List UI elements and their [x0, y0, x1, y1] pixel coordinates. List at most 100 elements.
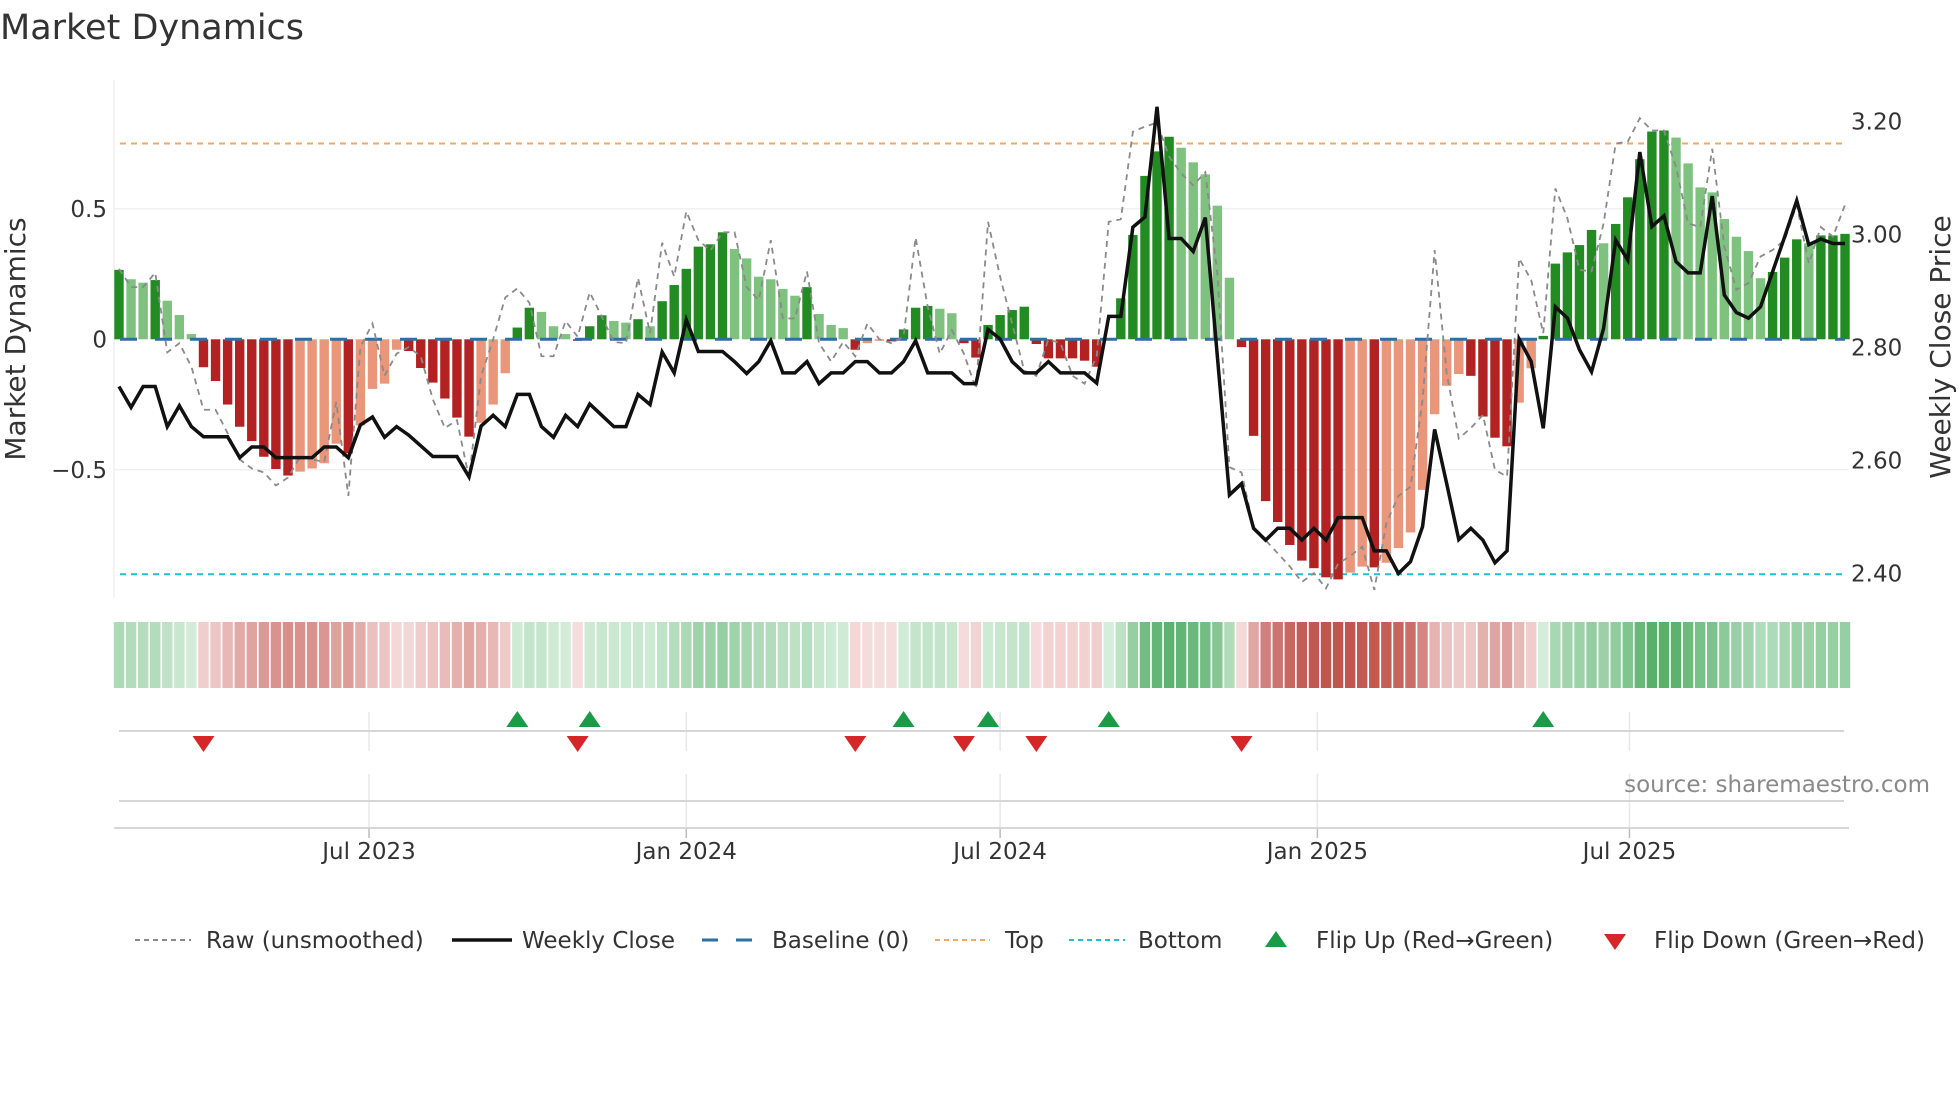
heat-cell — [1465, 622, 1477, 688]
heat-cell — [1320, 622, 1332, 688]
dynamics-bar — [826, 324, 836, 340]
heat-cell — [777, 622, 789, 688]
dynamics-bar — [1381, 339, 1392, 563]
dynamics-bar — [705, 244, 716, 340]
heat-cell — [548, 622, 559, 688]
dynamics-bar — [1429, 339, 1440, 415]
heat-cell — [1151, 622, 1163, 688]
heat-cell — [717, 622, 728, 688]
dynamics-bar — [1490, 339, 1500, 438]
heat-cell — [1586, 622, 1597, 688]
legend-item-flip-down: Flip Down (Green→Red) — [1604, 928, 1925, 954]
heat-cell — [1827, 622, 1839, 688]
flip-down-marker — [1025, 736, 1048, 752]
dynamics-bar — [1792, 239, 1802, 340]
series-lines — [117, 106, 1846, 591]
heat-cell — [1344, 622, 1356, 688]
flip-down-marker — [566, 736, 589, 752]
heat-strip — [113, 622, 1851, 688]
heat-cell — [379, 622, 390, 688]
dynamics-bar — [379, 339, 390, 384]
x-axis: Jul 2023 Jan 2024 Jul 2024 Jan 2025 Jul 2025 — [114, 712, 1849, 865]
legend-label: Baseline (0) — [772, 928, 909, 954]
dynamics-bar — [1478, 339, 1488, 417]
dynamics-bar — [693, 246, 704, 340]
heat-cell — [1670, 622, 1682, 688]
heat-cell — [439, 622, 451, 688]
x-tick-label: Jan 2024 — [634, 839, 737, 865]
heat-cell — [487, 622, 499, 688]
dynamics-bar — [548, 326, 559, 340]
dynamics-bar — [766, 279, 776, 340]
heat-cell — [584, 622, 595, 688]
heat-cell — [1610, 622, 1621, 688]
dynamics-bar — [560, 334, 571, 340]
dynamics-bar — [235, 339, 245, 427]
heat-cell — [789, 622, 801, 688]
heat-cell — [1658, 622, 1670, 688]
dynamics-bar — [597, 315, 607, 340]
dynamics-bar — [1019, 306, 1029, 340]
dynamics-bar — [1454, 339, 1464, 375]
heat-cell — [355, 622, 366, 688]
dynamics-bar — [307, 339, 317, 469]
heat-cell — [391, 622, 402, 688]
heat-cell — [1043, 622, 1054, 688]
heat-cell — [669, 622, 680, 688]
heat-cell — [1296, 622, 1308, 688]
heat-cell — [874, 622, 885, 688]
flip-down-marker — [844, 736, 867, 752]
left-tick-label: 0 — [92, 327, 107, 353]
dynamics-bar — [1779, 257, 1790, 340]
dynamics-bar — [1224, 277, 1235, 340]
legend-item-top: Top — [935, 928, 1044, 954]
dynamics-bar — [1273, 339, 1283, 522]
dynamics-bar — [198, 339, 209, 368]
heat-cell — [1284, 622, 1295, 688]
x-tick-label: Jan 2025 — [1265, 839, 1368, 865]
heat-cell — [656, 622, 668, 688]
dynamics-bar — [524, 307, 535, 340]
heat-cell — [765, 622, 776, 688]
heat-cell — [1755, 622, 1766, 688]
heat-cell — [125, 622, 137, 688]
heat-cell — [1188, 622, 1199, 688]
dynamics-bar — [536, 311, 547, 340]
heat-cell — [1091, 622, 1102, 688]
heat-cell — [825, 622, 837, 688]
heat-cell — [693, 622, 704, 688]
dynamics-bar — [1285, 339, 1295, 545]
legend-label: Bottom — [1138, 928, 1222, 954]
flip-up-marker — [1532, 711, 1555, 727]
heat-cell — [1332, 622, 1344, 688]
heat-cell — [1598, 622, 1609, 688]
heat-cell — [331, 622, 342, 688]
heat-cell — [1369, 622, 1380, 688]
x-tick-label: Jul 2023 — [320, 839, 416, 865]
heat-cell — [1006, 622, 1018, 688]
dynamics-bar — [1405, 339, 1416, 533]
heat-cell — [174, 622, 185, 688]
heat-cell — [572, 622, 583, 688]
heat-cell — [560, 622, 571, 688]
dynamics-bar — [500, 339, 510, 374]
heat-cell — [1779, 622, 1790, 688]
heat-cell — [1103, 622, 1114, 688]
dynamics-bar — [1417, 339, 1428, 490]
heat-cell — [1538, 622, 1549, 688]
heat-cell — [258, 622, 270, 688]
dynamics-bar — [331, 339, 341, 444]
heat-cell — [1525, 622, 1537, 688]
heat-cell — [463, 622, 475, 688]
dynamics-bar — [283, 339, 293, 476]
heat-cell — [1393, 622, 1404, 688]
heat-cell — [1646, 622, 1658, 688]
x-tick-label: Jul 2024 — [951, 839, 1047, 865]
heat-cell — [1381, 622, 1392, 688]
heat-cell — [1417, 622, 1428, 688]
dynamics-bar — [259, 339, 269, 457]
dynamics-bar — [464, 339, 474, 437]
heat-cell — [1236, 622, 1247, 688]
dynamics-bar — [114, 269, 124, 340]
heat-cell — [1308, 622, 1320, 688]
